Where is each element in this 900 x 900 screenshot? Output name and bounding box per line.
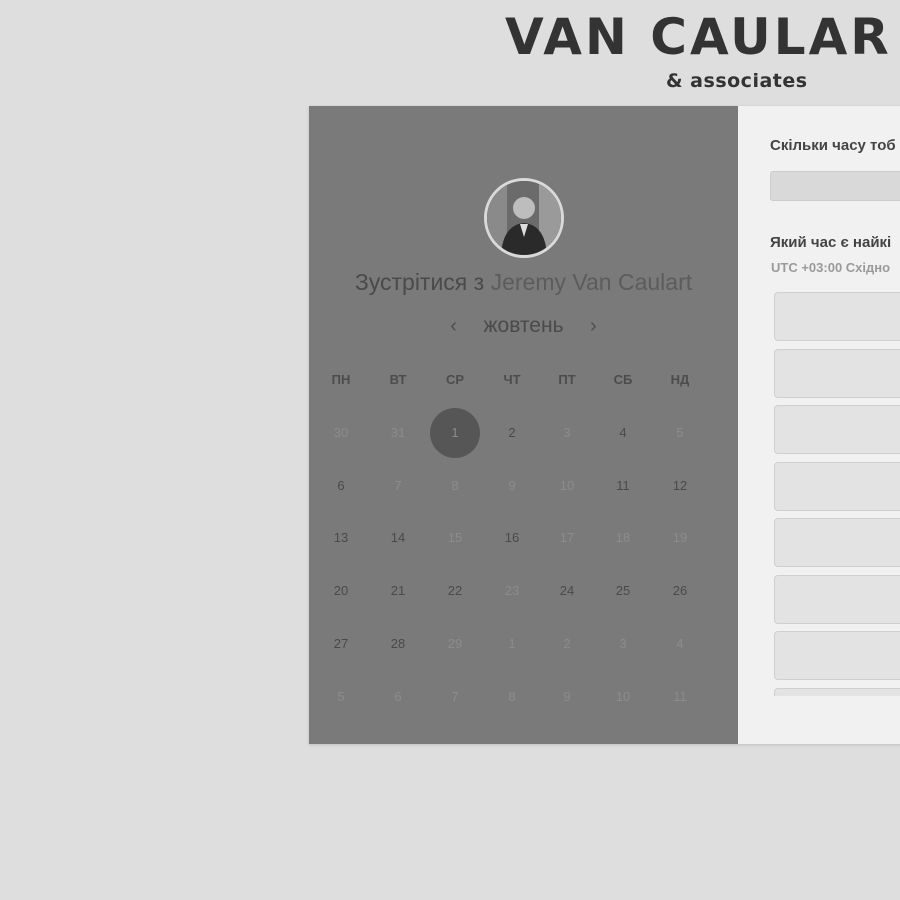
calendar-day: 10 [615, 689, 631, 704]
duration-question: Скільки часу тоб [770, 137, 896, 154]
calendar-panel: Зустрітися з Jeremy Van Caulart ‹ жовтен… [309, 106, 738, 744]
calendar-day: 10 [559, 478, 575, 493]
duration-select[interactable] [770, 171, 900, 201]
calendar-day: 7 [394, 478, 402, 493]
booking-form-panel: Скільки часу тоб Який час є найкі UTC +0… [738, 106, 900, 744]
calendar-day: 29 [447, 636, 463, 651]
calendar-day: 9 [563, 689, 571, 704]
calendar-day: 30 [333, 425, 349, 440]
calendar-day: 5 [337, 689, 345, 704]
calendar-day: 2 [563, 636, 571, 651]
time-slot-button[interactable] [774, 687, 900, 696]
brand-tagline: & associates [666, 70, 808, 92]
booking-card: Зустрітися з Jeremy Van Caulart ‹ жовтен… [309, 106, 900, 744]
calendar-day[interactable]: 25 [603, 581, 643, 601]
calendar-day[interactable]: 12 [660, 476, 700, 496]
calendar-day: 6 [394, 689, 402, 704]
calendar-day[interactable]: 13 [321, 528, 361, 548]
calendar-day[interactable]: 20 [321, 581, 361, 601]
calendar-day: 19 [672, 530, 688, 545]
calendar-day[interactable]: 21 [378, 581, 418, 601]
calendar-day: 3 [563, 425, 571, 440]
calendar-day[interactable]: 2 [492, 423, 532, 443]
calendar-day: 9 [508, 478, 516, 493]
timezone-label[interactable]: UTC +03:00 Східно [771, 260, 890, 275]
calendar-grid: 30 31 1 2 3 4 5 6 7 8 9 10 11 12 13 14 15 16 17 18 19 20 21 22 2… [309, 106, 738, 744]
brand-name: VAN CAULAR [505, 8, 892, 66]
calendar-day: 3 [619, 636, 627, 651]
calendar-day[interactable]: 26 [660, 581, 700, 601]
calendar-day[interactable]: 24 [547, 581, 587, 601]
time-slot-button[interactable] [774, 405, 900, 454]
time-slot-button[interactable] [774, 461, 900, 511]
calendar-day: 23 [504, 583, 520, 598]
time-slot-button[interactable] [774, 348, 900, 398]
calendar-day: 1 [508, 636, 516, 651]
time-slot-button[interactable] [774, 631, 900, 680]
time-slot-button[interactable] [774, 292, 900, 341]
calendar-day: 8 [508, 689, 516, 704]
calendar-day[interactable]: 6 [321, 476, 361, 496]
calendar-day: 5 [676, 425, 684, 440]
calendar-day-selected[interactable]: 1 [430, 408, 480, 458]
calendar-day[interactable]: 27 [321, 634, 361, 654]
calendar-day: 15 [447, 530, 463, 545]
time-slot-button[interactable] [774, 518, 900, 567]
calendar-day[interactable]: 4 [603, 423, 643, 443]
calendar-day: 18 [615, 530, 631, 545]
time-slot-list [738, 292, 900, 696]
calendar-day: 4 [676, 636, 684, 651]
brand-logo: VAN CAULAR & associates [505, 6, 892, 92]
calendar-day[interactable]: 14 [378, 528, 418, 548]
time-question: Який час є найкі [770, 234, 892, 251]
calendar-day: 11 [673, 689, 687, 704]
calendar-day[interactable]: 22 [435, 581, 475, 601]
calendar-day: 8 [451, 478, 459, 493]
calendar-day: 17 [559, 530, 575, 545]
time-slot-button[interactable] [774, 574, 900, 624]
calendar-day[interactable]: 11 [603, 476, 643, 496]
calendar-day[interactable]: 28 [378, 634, 418, 654]
calendar-day: 7 [451, 689, 459, 704]
calendar-day[interactable]: 16 [492, 528, 532, 548]
calendar-day: 31 [390, 425, 406, 440]
